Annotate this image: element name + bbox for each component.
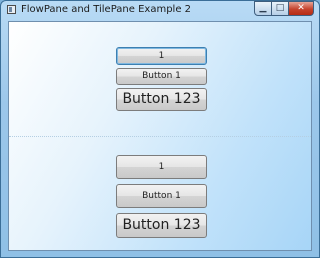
title-bar[interactable]: FlowPane and TilePane Example 2 ▁ □ ✕ — [1, 1, 319, 19]
client-area: 1 Button 1 Button 123 1 Button 1 Button … — [8, 21, 312, 251]
close-icon: ✕ — [297, 3, 305, 13]
tilepane-button-1[interactable]: 1 — [116, 155, 207, 179]
flowpane-button-3[interactable]: Button 123 — [116, 88, 207, 111]
caption-buttons: ▁ □ ✕ — [254, 1, 314, 17]
section-divider — [9, 136, 311, 137]
minimize-button[interactable]: ▁ — [254, 1, 272, 16]
flowpane-button-2[interactable]: Button 1 — [116, 68, 207, 85]
app-window: FlowPane and TilePane Example 2 ▁ □ ✕ 1 … — [0, 0, 320, 258]
window-title: FlowPane and TilePane Example 2 — [21, 4, 192, 15]
flowpane-button-1[interactable]: 1 — [116, 47, 207, 65]
window-icon[interactable] — [7, 5, 16, 14]
tilepane-button-2[interactable]: Button 1 — [116, 184, 207, 208]
maximize-icon: □ — [275, 3, 285, 13]
button-label: Button 123 — [122, 91, 201, 107]
button-label: 1 — [158, 162, 165, 172]
button-label: Button 1 — [142, 71, 181, 81]
button-label: Button 1 — [142, 191, 181, 201]
button-label: Button 123 — [122, 217, 201, 233]
button-label: 1 — [158, 51, 165, 61]
tilepane-button-3[interactable]: Button 123 — [116, 213, 207, 238]
close-button[interactable]: ✕ — [289, 1, 314, 16]
minimize-icon: ▁ — [259, 3, 267, 13]
maximize-button[interactable]: □ — [272, 1, 289, 16]
